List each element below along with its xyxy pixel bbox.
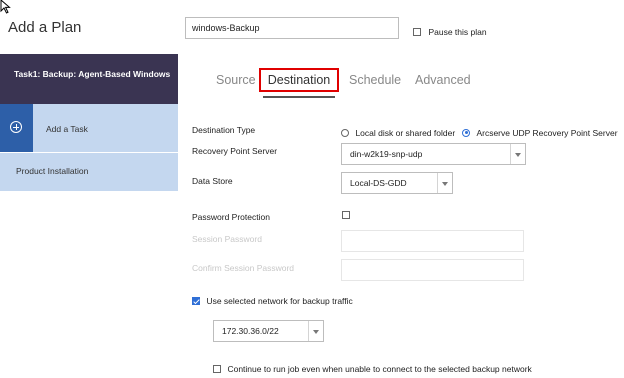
network-select[interactable]: 172.30.36.0/22: [213, 320, 324, 342]
continue-checkbox[interactable]: Continue to run job even when unable to …: [213, 360, 532, 378]
data-store-select-value: Local-DS-GDD: [350, 178, 407, 188]
network-select-value: 172.30.36.0/22: [222, 326, 279, 336]
data-store-select[interactable]: Local-DS-GDD: [341, 172, 453, 194]
destination-type-label: Destination Type: [192, 125, 256, 135]
local-disk-label: Local disk or shared folder: [355, 127, 456, 138]
plus-circle-icon: [10, 121, 22, 133]
confirm-password-label: Confirm Session Password: [192, 263, 295, 273]
session-password-label: Session Password: [192, 234, 262, 244]
rps-radio-circle[interactable]: [462, 128, 470, 137]
add-task-button[interactable]: [0, 104, 33, 152]
rps-label: Recovery Point Server: [192, 146, 278, 156]
rps-select[interactable]: din-w2k19-snp-udp: [341, 143, 526, 165]
pause-plan-label: Pause this plan: [428, 26, 487, 37]
pause-checkbox-box[interactable]: [413, 27, 421, 36]
page-title: Add a Plan: [8, 19, 82, 36]
password-protection-label: Password Protection: [192, 212, 270, 222]
continue-checkbox-box[interactable]: [213, 364, 221, 373]
product-installation-label: Product Installation: [16, 166, 89, 176]
tab-source[interactable]: Source: [216, 73, 256, 87]
local-disk-radio[interactable]: Local disk or shared folder: [341, 124, 455, 142]
tab-destination[interactable]: Destination: [259, 68, 339, 92]
pause-plan-checkbox[interactable]: Pause this plan: [413, 23, 487, 41]
local-disk-radio-circle[interactable]: [341, 128, 349, 137]
rps-select-value: din-w2k19-snp-udp: [350, 149, 423, 159]
plan-name-input[interactable]: [185, 17, 399, 39]
rps-radio[interactable]: Arcserve UDP Recovery Point Server: [462, 124, 618, 142]
data-store-label: Data Store: [192, 176, 233, 186]
use-network-checkbox-box[interactable]: [192, 296, 200, 305]
use-network-checkbox[interactable]: Use selected network for backup traffic: [192, 292, 353, 310]
sidebar-task-label: Task1: Backup: Agent-Based Windows: [14, 69, 171, 79]
add-task-label[interactable]: Add a Task: [46, 124, 88, 134]
chevron-down-icon[interactable]: [308, 321, 323, 341]
mouse-cursor-icon: [0, 0, 11, 14]
rps-option-label: Arcserve UDP Recovery Point Server: [476, 127, 618, 138]
continue-label: Continue to run job even when unable to …: [227, 363, 532, 374]
active-tab-underline: [263, 96, 335, 98]
tab-advanced[interactable]: Advanced: [415, 73, 471, 87]
password-protection-checkbox[interactable]: [342, 211, 350, 219]
chevron-down-icon[interactable]: [510, 144, 525, 164]
session-password-input[interactable]: [341, 230, 524, 252]
chevron-down-icon[interactable]: [437, 173, 452, 193]
use-network-label: Use selected network for backup traffic: [206, 295, 353, 306]
tab-schedule[interactable]: Schedule: [349, 73, 401, 87]
confirm-password-input[interactable]: [341, 259, 524, 281]
